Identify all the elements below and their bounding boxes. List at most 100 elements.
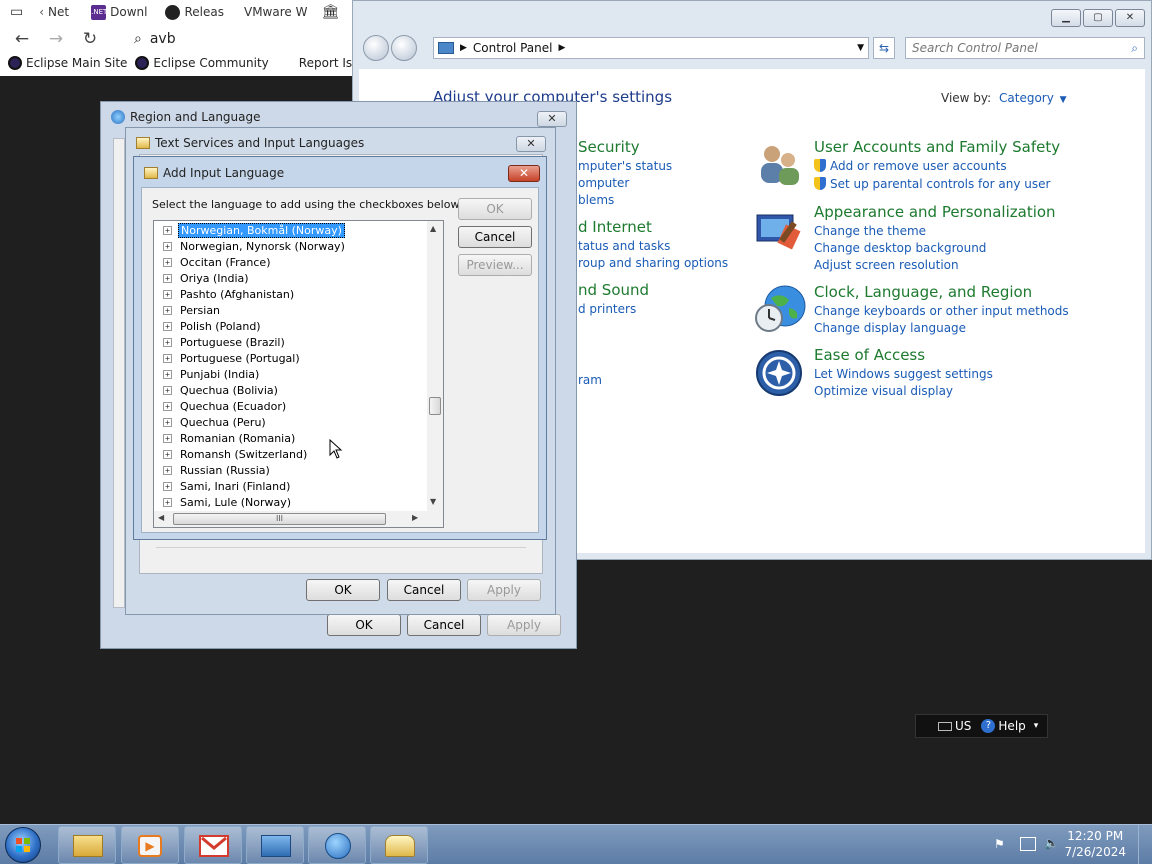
vertical-scrollbar[interactable]: ▲ ▼ bbox=[427, 221, 443, 511]
category-user-accounts[interactable]: User Accounts and Family Safety bbox=[814, 138, 1060, 156]
language-tree-item[interactable]: + Quechua (Peru) bbox=[154, 414, 268, 430]
language-tree-item[interactable]: + Sami, Inari (Finland) bbox=[154, 478, 292, 494]
category-appearance[interactable]: Appearance and Personalization bbox=[814, 203, 1056, 221]
bookmark-eclipse-community[interactable]: Eclipse Community bbox=[135, 56, 269, 70]
horizontal-scroll-thumb[interactable]: III bbox=[173, 513, 386, 525]
reload-icon[interactable]: ↻ bbox=[76, 29, 104, 49]
language-tree-item[interactable]: + Pashto (Afghanistan) bbox=[154, 286, 296, 302]
language-tree-item[interactable]: + Quechua (Bolivia) bbox=[154, 382, 280, 398]
taskbar-control-panel[interactable] bbox=[246, 826, 304, 864]
browser-tab-net[interactable]: ‹ Net bbox=[39, 5, 69, 19]
language-tree-item[interactable]: + Oriya (India) bbox=[154, 270, 251, 286]
expand-icon[interactable]: + bbox=[163, 449, 172, 459]
help-button[interactable]: Help bbox=[998, 719, 1025, 733]
ok-button[interactable]: OK bbox=[306, 579, 380, 601]
start-button[interactable] bbox=[5, 827, 41, 863]
expand-icon[interactable]: + bbox=[163, 305, 172, 315]
close-button[interactable]: ✕ bbox=[1115, 9, 1145, 27]
tab-list-icon[interactable]: ▭ bbox=[10, 4, 23, 20]
language-tree-item[interactable]: + Norwegian, Nynorsk (Norway) bbox=[154, 238, 347, 254]
link-suggest-settings[interactable]: Let Windows suggest settings bbox=[814, 367, 993, 381]
language-tree-item[interactable]: + Punjabi (India) bbox=[154, 366, 261, 382]
ok-button[interactable]: OK bbox=[327, 614, 401, 636]
link-optimize-display[interactable]: Optimize visual display bbox=[814, 384, 953, 398]
expand-icon[interactable]: + bbox=[163, 321, 172, 331]
link-change-keyboards[interactable]: Change keyboards or other input methods bbox=[814, 304, 1069, 318]
expand-icon[interactable]: + bbox=[163, 417, 172, 427]
action-center-flag-icon[interactable]: ⚑ bbox=[994, 837, 1008, 851]
link-network-status[interactable]: tatus and tasks bbox=[578, 239, 670, 253]
scroll-left-arrow-icon[interactable]: ◀ bbox=[158, 513, 164, 522]
language-tree-item[interactable]: + Occitan (France) bbox=[154, 254, 273, 270]
forward-arrow-icon[interactable]: → bbox=[42, 29, 70, 49]
network-icon[interactable] bbox=[1020, 837, 1036, 851]
apply-button[interactable]: Apply bbox=[467, 579, 541, 601]
expand-icon[interactable]: + bbox=[163, 337, 172, 347]
address-bar[interactable]: ⌕ avb bbox=[134, 31, 176, 47]
taskbar-text-services[interactable] bbox=[370, 826, 428, 864]
category-network-internet[interactable]: d Internet bbox=[578, 218, 652, 236]
view-by-dropdown[interactable]: Category ▼ bbox=[999, 91, 1067, 105]
preview-button[interactable]: Preview... bbox=[458, 254, 532, 276]
horizontal-scrollbar[interactable]: ◀ III ▶ bbox=[154, 511, 443, 527]
link-homegroup-sharing[interactable]: roup and sharing options bbox=[578, 256, 728, 270]
language-tree-item[interactable]: + Romanian (Romania) bbox=[154, 430, 297, 446]
taskbar-gmail[interactable] bbox=[184, 826, 242, 864]
expand-icon[interactable]: + bbox=[163, 353, 172, 363]
museum-icon[interactable]: 🏛 bbox=[321, 4, 339, 20]
language-tree-item[interactable]: + Quechua (Ecuador) bbox=[154, 398, 288, 414]
expand-icon[interactable]: + bbox=[163, 497, 172, 507]
maximize-button[interactable]: ▢ bbox=[1083, 9, 1113, 27]
search-icon[interactable]: ⌕ bbox=[1131, 41, 1138, 56]
dropdown-arrow-icon[interactable]: ▼ bbox=[857, 43, 864, 53]
expand-icon[interactable]: + bbox=[163, 289, 172, 299]
language-tree-item[interactable]: + Portuguese (Portugal) bbox=[154, 350, 302, 366]
address-bar[interactable]: ▶ Control Panel ▶ ▼ bbox=[433, 37, 869, 59]
language-tree-item[interactable]: + Portuguese (Brazil) bbox=[154, 334, 287, 350]
link-display-language[interactable]: Change display language bbox=[814, 321, 966, 335]
link-change-theme[interactable]: Change the theme bbox=[814, 224, 926, 238]
bookmark-eclipse-main[interactable]: Eclipse Main Site bbox=[8, 56, 127, 70]
browser-tab-downl[interactable]: .NET Downl bbox=[91, 4, 147, 20]
expand-icon[interactable]: + bbox=[163, 481, 172, 491]
minimize-button[interactable]: ▁ bbox=[1051, 9, 1081, 27]
language-tree-item[interactable]: + Polish (Poland) bbox=[154, 318, 263, 334]
expand-icon[interactable]: + bbox=[163, 433, 172, 443]
taskbar-explorer[interactable] bbox=[58, 826, 116, 864]
language-bar-options-icon[interactable]: ▾ bbox=[1034, 721, 1039, 731]
forward-button[interactable] bbox=[391, 35, 417, 61]
link-add-remove-users[interactable]: Add or remove user accounts bbox=[814, 159, 1007, 173]
category-clock-language-region[interactable]: Clock, Language, and Region bbox=[814, 283, 1032, 301]
link-screen-resolution[interactable]: Adjust screen resolution bbox=[814, 258, 959, 272]
expand-icon[interactable]: + bbox=[163, 257, 172, 267]
expand-icon[interactable]: + bbox=[163, 369, 172, 379]
scroll-right-arrow-icon[interactable]: ▶ bbox=[412, 513, 418, 522]
link-parental-controls[interactable]: Set up parental controls for any user bbox=[814, 177, 1050, 191]
input-language-indicator[interactable]: US bbox=[955, 719, 971, 733]
link-desktop-background[interactable]: Change desktop background bbox=[814, 241, 986, 255]
language-tree-item[interactable]: + Sami, Lule (Norway) bbox=[154, 494, 293, 510]
browser-tab-vmware[interactable]: VMware W bbox=[244, 5, 307, 19]
link-find-fix-problems[interactable]: blems bbox=[578, 193, 614, 207]
language-tree-item[interactable]: + Persian bbox=[154, 302, 222, 318]
language-tree-item[interactable]: + Russian (Russia) bbox=[154, 462, 272, 478]
volume-muted-icon[interactable]: 🔈 bbox=[1044, 836, 1060, 852]
system-clock[interactable]: 12:20 PM 7/26/2024 bbox=[1064, 828, 1126, 860]
taskbar-region-language[interactable] bbox=[308, 826, 366, 864]
cancel-button[interactable]: Cancel bbox=[407, 614, 481, 636]
category-system-security[interactable]: Security bbox=[578, 138, 640, 156]
back-arrow-icon[interactable]: ← bbox=[8, 29, 36, 49]
expand-icon[interactable]: + bbox=[163, 385, 172, 395]
taskbar-media-player[interactable]: ▶ bbox=[121, 826, 179, 864]
language-tree[interactable]: + Norwegian, Bokmål (Norway) + Norwegian, N… bbox=[153, 220, 444, 528]
category-hardware-sound[interactable]: nd Sound bbox=[578, 281, 649, 299]
back-button[interactable] bbox=[363, 35, 389, 61]
scroll-down-arrow-icon[interactable]: ▼ bbox=[430, 497, 436, 506]
search-input[interactable]: Search Control Panel ⌕ bbox=[905, 37, 1145, 59]
link-uninstall-program[interactable]: ram bbox=[578, 373, 602, 387]
apply-button[interactable]: Apply bbox=[487, 614, 561, 636]
cancel-button[interactable]: Cancel bbox=[387, 579, 461, 601]
show-desktop-button[interactable] bbox=[1138, 825, 1152, 864]
expand-icon[interactable]: + bbox=[163, 401, 172, 411]
breadcrumb[interactable]: Control Panel bbox=[473, 41, 553, 55]
